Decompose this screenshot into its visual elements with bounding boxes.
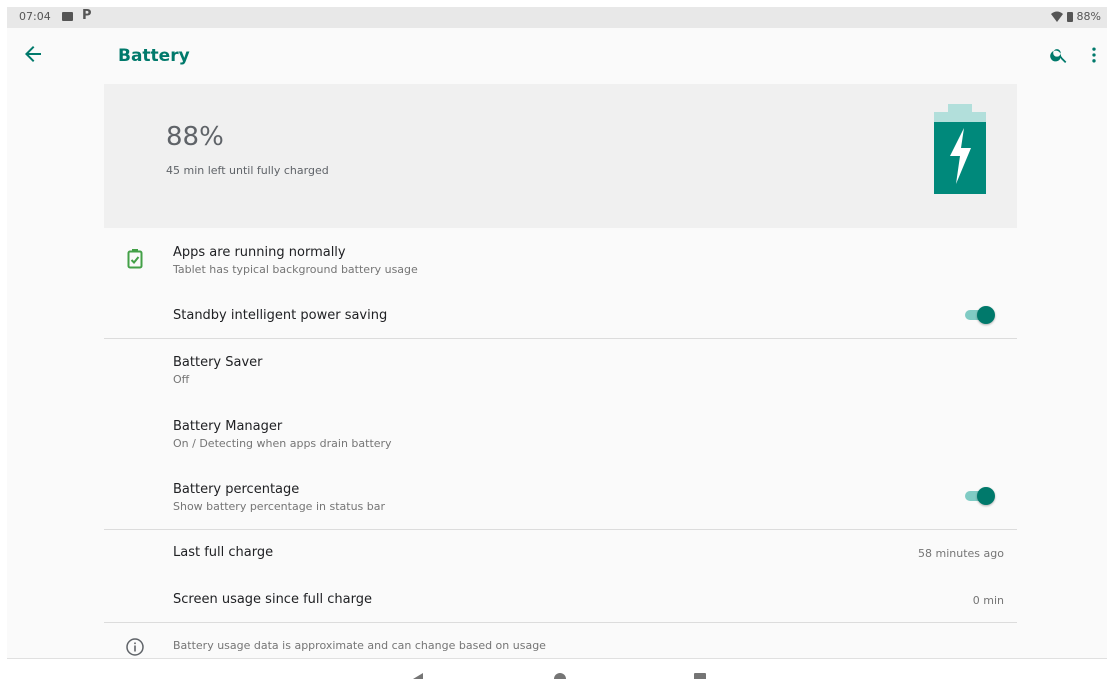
standby-power-saving-title: Standby intelligent power saving xyxy=(173,308,388,323)
battery-usage-disclaimer: Battery usage data is approximate and ca… xyxy=(173,639,546,652)
divider xyxy=(104,529,1017,530)
battery-header: 88% 45 min left until fully charged xyxy=(104,84,1017,228)
battery-manager-title: Battery Manager xyxy=(173,419,283,434)
status-time: 07:04 xyxy=(19,10,51,23)
more-options-icon[interactable] xyxy=(1084,45,1104,65)
status-bar: 07:04 P 88% xyxy=(7,7,1107,28)
last-full-charge-value: 58 minutes ago xyxy=(918,547,1004,560)
divider xyxy=(104,622,1017,623)
screen-usage-title: Screen usage since full charge xyxy=(173,592,372,607)
battery-saver-status: Off xyxy=(173,373,190,386)
apps-status-item[interactable]: Apps are running normally Tablet has typ… xyxy=(173,245,418,276)
wifi-icon xyxy=(1050,11,1063,22)
app-bar: Battery xyxy=(7,28,1107,84)
battery-manager-item[interactable]: Battery Manager On / Detecting when apps… xyxy=(173,419,392,450)
battery-percentage-toggle[interactable] xyxy=(965,487,995,505)
apps-status-subtitle: Tablet has typical background battery us… xyxy=(173,263,418,276)
nav-home-icon[interactable] xyxy=(554,673,566,679)
screen-usage-value: 0 min xyxy=(972,594,1004,607)
last-full-charge-item: Last full charge xyxy=(173,545,273,560)
battery-percentage-title: Battery percentage xyxy=(173,482,300,497)
screen-usage-item: Screen usage since full charge xyxy=(173,592,372,607)
standby-power-saving-item[interactable]: Standby intelligent power saving xyxy=(173,308,387,323)
navigation-bar xyxy=(7,658,1107,679)
screen: 07:04 P 88% Battery 88% 45 min left unti… xyxy=(7,7,1107,679)
status-right: 88% xyxy=(1050,10,1101,23)
page-title: Battery xyxy=(118,46,190,66)
battery-check-icon xyxy=(127,249,143,269)
toggle-thumb xyxy=(977,306,995,324)
battery-percent: 88% xyxy=(166,122,224,152)
battery-percentage-subtitle: Show battery percentage in status bar xyxy=(173,500,386,513)
toggle-thumb xyxy=(977,487,995,505)
nav-back-icon[interactable] xyxy=(413,673,423,679)
battery-percentage-item[interactable]: Battery percentage Show battery percenta… xyxy=(173,482,385,513)
divider xyxy=(104,338,1017,339)
battery-status-icon xyxy=(1066,11,1073,22)
nav-recents-icon[interactable] xyxy=(694,673,706,679)
search-icon[interactable] xyxy=(1049,45,1069,65)
apps-status-title: Apps are running normally xyxy=(173,245,346,260)
battery-manager-status: On / Detecting when apps drain battery xyxy=(173,437,392,450)
last-full-charge-title: Last full charge xyxy=(173,545,274,560)
image-notification-icon xyxy=(62,12,73,21)
battery-saver-item[interactable]: Battery Saver Off xyxy=(173,355,263,386)
battery-charging-icon xyxy=(934,104,986,194)
battery-saver-title: Battery Saver xyxy=(173,355,263,370)
charge-time-remaining: 45 min left until fully charged xyxy=(166,164,329,177)
info-icon xyxy=(126,638,144,656)
back-arrow-icon[interactable] xyxy=(21,42,45,66)
status-battery-percent: 88% xyxy=(1076,10,1101,23)
standby-power-saving-toggle[interactable] xyxy=(965,306,995,324)
p-notification-icon: P xyxy=(82,8,92,23)
